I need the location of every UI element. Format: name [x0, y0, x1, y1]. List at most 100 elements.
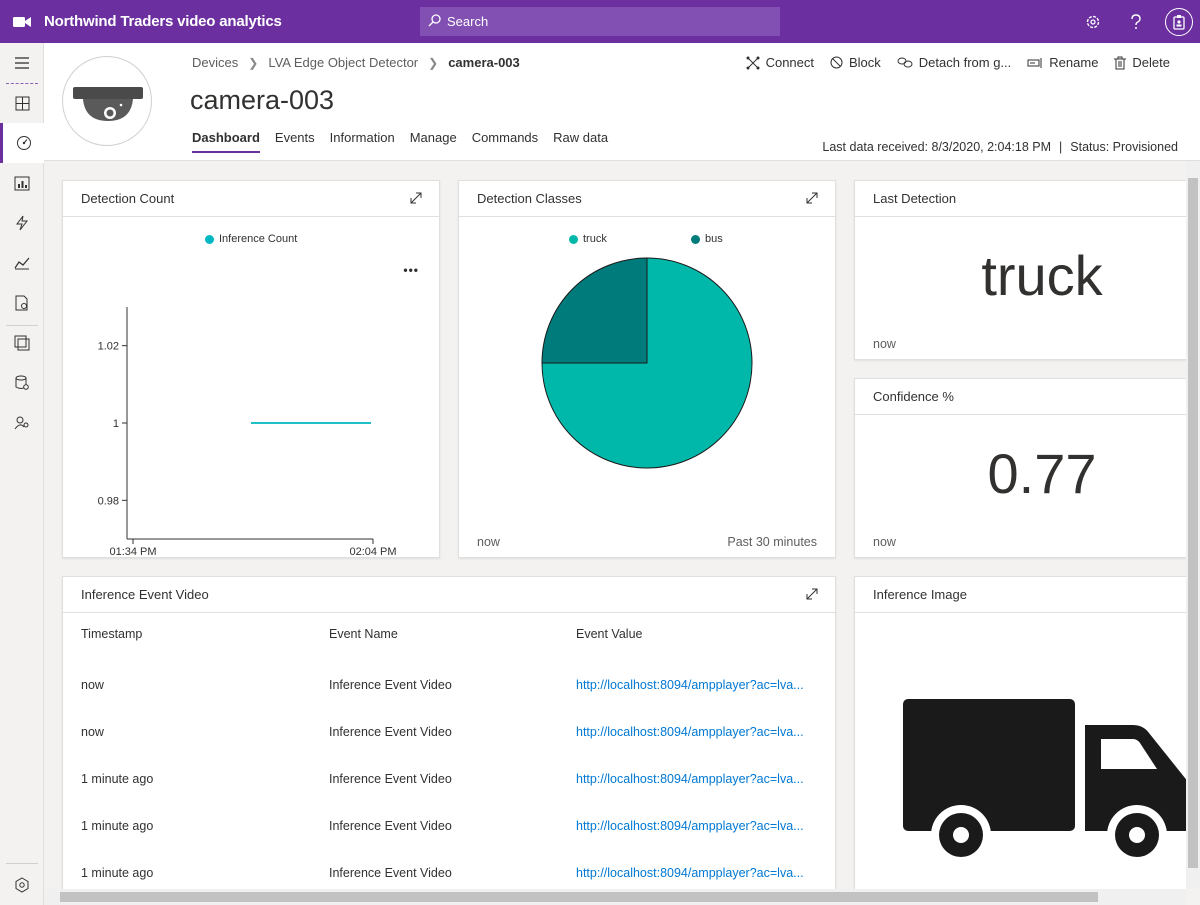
last-detection-tile: Last Detection truck now — [854, 180, 1186, 360]
event-value-link[interactable]: http://localhost:8094/ampplayer?ac=lva..… — [576, 802, 821, 849]
tab-bar: Dashboard Events Information Manage Comm… — [192, 130, 608, 153]
legend-label: truck — [583, 233, 607, 245]
detach-icon — [897, 57, 913, 68]
chevron-right-icon: ❯ — [428, 55, 439, 70]
timestamp-cell: 1 minute ago — [81, 865, 154, 880]
help-icon[interactable] — [1114, 0, 1157, 43]
event-name-cell: Inference Event Video — [329, 865, 452, 880]
expand-icon[interactable] — [805, 191, 819, 208]
rename-label: Rename — [1049, 55, 1099, 70]
expand-icon[interactable] — [805, 587, 819, 604]
timestamp-cell: now — [81, 724, 104, 739]
event-name-cell: Inference Event Video — [329, 677, 452, 692]
chevron-right-icon: ❯ — [248, 55, 259, 70]
event-name-cell: Inference Event Video — [329, 724, 452, 739]
expand-icon[interactable] — [409, 191, 423, 208]
event-value-link[interactable]: http://localhost:8094/ampplayer?ac=lva..… — [576, 849, 821, 889]
search-input[interactable]: Search — [420, 7, 780, 36]
tile-header: Detection Count — [63, 181, 439, 217]
vertical-scrollbar[interactable] — [1186, 162, 1200, 889]
event-name-cell: Inference Event Video — [329, 771, 452, 786]
dashboard-nav-icon[interactable] — [0, 83, 44, 123]
breadcrumb-device: camera-003 — [448, 55, 520, 70]
inference-image-tile: Inference Image — [854, 576, 1186, 889]
dashboard-content: Detection Count Inference Count ••• 1.02… — [44, 162, 1186, 889]
data-export-nav-icon[interactable] — [0, 363, 44, 403]
device-templates-nav-icon[interactable] — [0, 323, 44, 363]
settings-gear-icon[interactable] — [1071, 0, 1114, 43]
event-value-link[interactable]: http://localhost:8094/ampplayer?ac=lva..… — [576, 708, 821, 755]
detach-label: Detach from g... — [918, 55, 1012, 70]
permissions-nav-icon[interactable] — [0, 403, 44, 443]
legend-item-truck: truck — [569, 233, 607, 245]
dome-camera-icon — [73, 87, 143, 121]
detection-classes-pie — [541, 257, 753, 469]
provisioning-status: Status: Provisioned — [1070, 140, 1178, 154]
y-tick-label: 1 — [113, 418, 119, 430]
devices-nav-icon[interactable] — [0, 123, 44, 163]
status-separator: | — [1059, 140, 1063, 154]
rules-nav-icon[interactable] — [0, 203, 44, 243]
connect-button[interactable]: Connect — [746, 55, 814, 70]
tile-title: Detection Count — [81, 191, 175, 206]
tile-header: Inference Image — [855, 577, 1186, 613]
tab-events[interactable]: Events — [275, 130, 315, 153]
timestamp-cell: now — [81, 677, 104, 692]
column-header-event-name: Event Name — [329, 627, 398, 641]
y-tick-label: 1.02 — [98, 341, 119, 353]
hamburger-menu-icon[interactable] — [0, 43, 44, 83]
device-image — [62, 56, 152, 146]
delete-label: Delete — [1132, 55, 1170, 70]
truck-icon — [903, 699, 1186, 865]
jobs-nav-icon[interactable] — [0, 283, 44, 323]
breadcrumb-template[interactable]: LVA Edge Object Detector — [268, 55, 418, 70]
account-button[interactable] — [1157, 0, 1200, 43]
detach-button[interactable]: Detach from g... — [897, 55, 1011, 70]
search-icon — [428, 13, 441, 30]
tab-commands[interactable]: Commands — [472, 130, 538, 153]
device-groups-nav-icon[interactable] — [0, 163, 44, 203]
table-row: 1 minute ago Inference Event Video http:… — [81, 802, 821, 849]
table-row: 1 minute ago Inference Event Video http:… — [81, 755, 821, 802]
delete-button[interactable]: Delete — [1114, 55, 1170, 70]
avatar — [1164, 7, 1193, 36]
table-row: 1 minute ago Inference Event Video http:… — [81, 849, 821, 889]
rename-icon — [1027, 57, 1042, 68]
analytics-nav-icon[interactable] — [0, 243, 44, 283]
timestamp-cell: 1 minute ago — [81, 771, 154, 786]
block-button[interactable]: Block — [830, 55, 881, 70]
block-label: Block — [849, 55, 881, 70]
legend-item-bus: bus — [691, 233, 723, 245]
tab-information[interactable]: Information — [330, 130, 395, 153]
administration-nav-icon[interactable] — [0, 865, 44, 905]
app-title: Northwind Traders video analytics — [44, 13, 282, 30]
y-tick-label: 0.98 — [98, 495, 119, 507]
tab-raw-data[interactable]: Raw data — [553, 130, 608, 153]
left-nav — [0, 43, 44, 905]
time-range-label: Past 30 minutes — [727, 535, 817, 549]
tile-header: Last Detection — [855, 181, 1186, 217]
top-bar: Northwind Traders video analytics Search — [0, 0, 1200, 43]
tile-title: Inference Event Video — [81, 587, 209, 602]
tile-header: Inference Event Video — [63, 577, 835, 613]
x-tick-label: 01:34 PM — [109, 546, 156, 557]
scrollbar-thumb[interactable] — [1188, 178, 1198, 868]
events-table: Timestamp Event Name Event Value now Inf… — [81, 627, 821, 889]
rename-button[interactable]: Rename — [1027, 55, 1098, 70]
block-icon — [830, 56, 843, 69]
confidence-value: 0.77 — [987, 442, 1097, 505]
time-label: now — [873, 535, 896, 549]
horizontal-scrollbar[interactable] — [44, 889, 1186, 905]
event-value-link[interactable]: http://localhost:8094/ampplayer?ac=lva..… — [576, 755, 821, 802]
connect-icon — [746, 56, 760, 69]
tab-dashboard[interactable]: Dashboard — [192, 130, 260, 153]
tile-title: Detection Classes — [477, 191, 582, 206]
breadcrumb-devices[interactable]: Devices — [192, 55, 238, 70]
last-data-received: Last data received: 8/3/2020, 2:04:18 PM — [822, 140, 1052, 154]
scrollbar-thumb[interactable] — [60, 892, 1098, 902]
device-status: Last data received: 8/3/2020, 2:04:18 PM… — [822, 140, 1178, 154]
event-value-link[interactable]: http://localhost:8094/ampplayer?ac=lva..… — [576, 661, 821, 708]
tab-manage[interactable]: Manage — [410, 130, 457, 153]
trash-icon — [1114, 56, 1127, 69]
x-tick-label: 02:04 PM — [349, 546, 396, 557]
